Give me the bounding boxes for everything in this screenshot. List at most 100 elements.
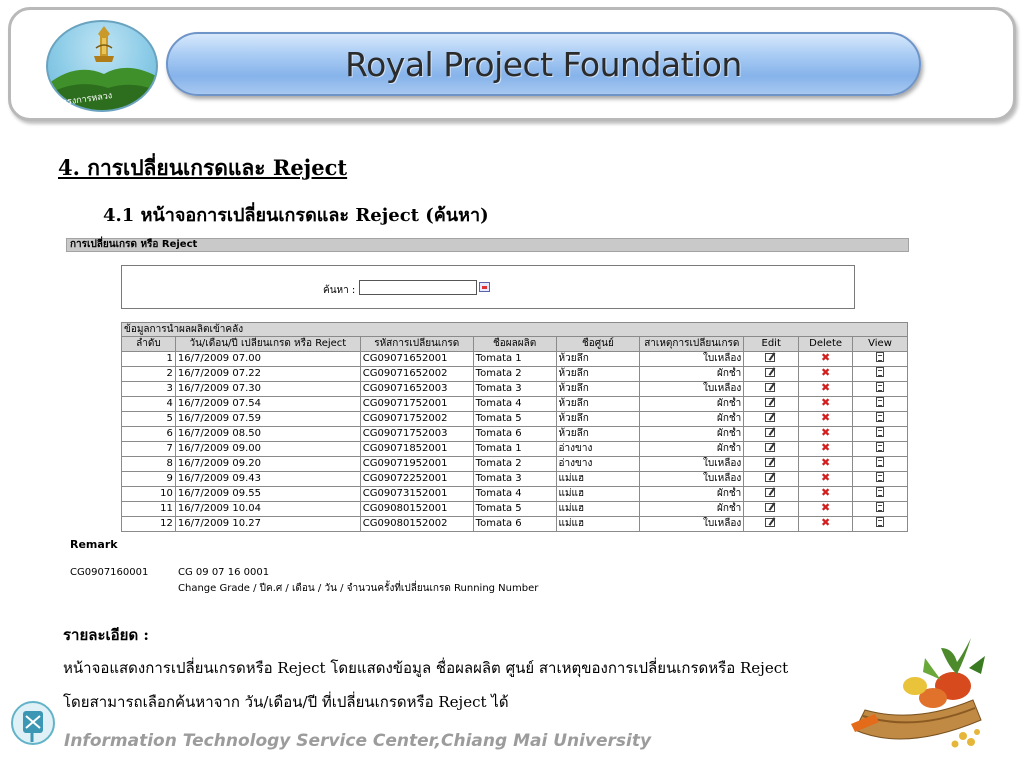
view-cell [852, 485, 908, 502]
col-header-date: วัน/เดือน/ปี เปลี่ยนเกรด หรือ Reject [174, 336, 361, 352]
delete-icon[interactable]: ✖ [821, 502, 830, 514]
search-input[interactable] [359, 280, 477, 295]
delete-icon[interactable]: ✖ [821, 397, 830, 409]
row-code: CG09071852001 [359, 440, 474, 457]
table-row: 9 16/7/2009 09.43 CG09072252001 Tomata 3 แม่… [121, 470, 908, 487]
edit-cell [743, 500, 800, 517]
edit-icon[interactable] [765, 502, 777, 513]
view-cell [852, 365, 908, 382]
edit-icon[interactable] [765, 397, 777, 408]
view-icon[interactable] [876, 382, 885, 392]
view-cell [852, 440, 908, 457]
detail-text-1: หน้าจอแสดงการเปลี่ยนเกรดหรือ Reject โดยแ… [63, 659, 789, 677]
col-header-center: ชื่อศูนย์ [555, 336, 641, 352]
view-icon[interactable] [876, 427, 885, 437]
row-number: 11 [121, 500, 176, 517]
delete-icon[interactable]: ✖ [821, 517, 830, 529]
row-reason: ผักช้ำ [639, 365, 745, 382]
row-product: Tomata 6 [472, 425, 557, 442]
view-icon[interactable] [876, 487, 885, 497]
col-header-reason: สาเหตุการเปลี่ยนเกรด [639, 336, 745, 352]
remark-code: CG0907160001 [70, 567, 149, 578]
delete-icon[interactable]: ✖ [821, 472, 830, 484]
delete-icon[interactable]: ✖ [821, 427, 830, 439]
delete-icon[interactable]: ✖ [821, 382, 830, 394]
row-number: 1 [121, 350, 176, 367]
edit-cell [743, 485, 800, 502]
view-icon[interactable] [876, 367, 885, 377]
row-date: 16/7/2009 07.22 [174, 365, 361, 382]
title-bar: Royal Project Foundation [166, 32, 921, 96]
edit-icon[interactable] [765, 412, 777, 423]
delete-icon[interactable]: ✖ [821, 487, 830, 499]
row-date: 16/7/2009 07.00 [174, 350, 361, 367]
delete-icon[interactable]: ✖ [821, 442, 830, 454]
row-reason: ใบเหลือง [639, 470, 745, 487]
view-cell [852, 425, 908, 442]
col-header-view: View [852, 336, 908, 352]
edit-icon[interactable] [765, 442, 777, 453]
cmu-logo-icon [10, 700, 56, 746]
row-number: 3 [121, 380, 176, 397]
row-reason: ผักช้ำ [639, 485, 745, 502]
delete-icon[interactable]: ✖ [821, 412, 830, 424]
row-product: Tomata 1 [472, 350, 557, 367]
row-product: Tomata 6 [472, 515, 557, 532]
edit-icon[interactable] [765, 457, 777, 468]
table-row: 7 16/7/2009 09.00 CG09071852001 Tomata 1 อ่า… [121, 440, 908, 457]
view-icon[interactable] [876, 352, 885, 362]
row-product: Tomata 3 [472, 380, 557, 397]
delete-cell: ✖ [798, 380, 854, 397]
edit-icon[interactable] [765, 487, 777, 498]
row-center: แม่แฮ [555, 485, 641, 502]
row-code: CG09071952001 [359, 455, 474, 472]
row-product: Tomata 5 [472, 410, 557, 427]
row-center: ห้วยลึก [555, 365, 641, 382]
row-code: CG09080152002 [359, 515, 474, 532]
row-product: Tomata 2 [472, 455, 557, 472]
view-icon[interactable] [876, 472, 885, 482]
row-date: 16/7/2009 09.43 [174, 470, 361, 487]
remark-code-legend: Change Grade / ปีค.ศ / เดือน / วัน / จำน… [178, 583, 539, 594]
vegetable-basket-image [845, 628, 990, 753]
edit-cell [743, 455, 800, 472]
delete-cell: ✖ [798, 485, 854, 502]
subsection-heading: 4.1 หน้าจอการเปลี่ยนเกรดและ Reject (ค้นห… [103, 205, 489, 226]
edit-icon[interactable] [765, 352, 777, 363]
row-number: 2 [121, 365, 176, 382]
table-row: 10 16/7/2009 09.55 CG09073152001 Tomata 4 แม… [121, 485, 908, 502]
view-icon[interactable] [876, 502, 885, 512]
delete-icon[interactable]: ✖ [821, 367, 830, 379]
edit-icon[interactable] [765, 427, 777, 438]
calendar-icon[interactable] [479, 282, 490, 292]
view-icon[interactable] [876, 412, 885, 422]
view-icon[interactable] [876, 397, 885, 407]
edit-cell [743, 425, 800, 442]
edit-icon[interactable] [765, 367, 777, 378]
remark-code-breakdown: CG 09 07 16 0001 [178, 567, 270, 578]
delete-icon[interactable]: ✖ [821, 457, 830, 469]
screen-title-bar: การเปลี่ยนเกรด หรือ Reject [66, 238, 909, 252]
row-center: อ่างขาง [555, 440, 641, 457]
footer-text: Information Technology Service Center,Ch… [64, 731, 652, 751]
edit-icon[interactable] [765, 472, 777, 483]
delete-cell: ✖ [798, 350, 854, 367]
row-number: 9 [121, 470, 176, 487]
table-row: 11 16/7/2009 10.04 CG09080152001 Tomata 5 แม… [121, 500, 908, 517]
search-panel: ค้นหา : [121, 265, 855, 309]
remark-title: Remark [70, 538, 118, 551]
view-icon[interactable] [876, 457, 885, 467]
edit-cell [743, 365, 800, 382]
edit-cell [743, 395, 800, 412]
row-code: CG09080152001 [359, 500, 474, 517]
row-product: Tomata 4 [472, 395, 557, 412]
row-product: Tomata 2 [472, 365, 557, 382]
delete-cell: ✖ [798, 410, 854, 427]
view-icon[interactable] [876, 442, 885, 452]
edit-icon[interactable] [765, 517, 777, 528]
view-icon[interactable] [876, 517, 885, 527]
edit-icon[interactable] [765, 382, 777, 393]
delete-icon[interactable]: ✖ [821, 352, 830, 364]
row-reason: ผักช้ำ [639, 500, 745, 517]
row-center: แม่แฮ [555, 470, 641, 487]
